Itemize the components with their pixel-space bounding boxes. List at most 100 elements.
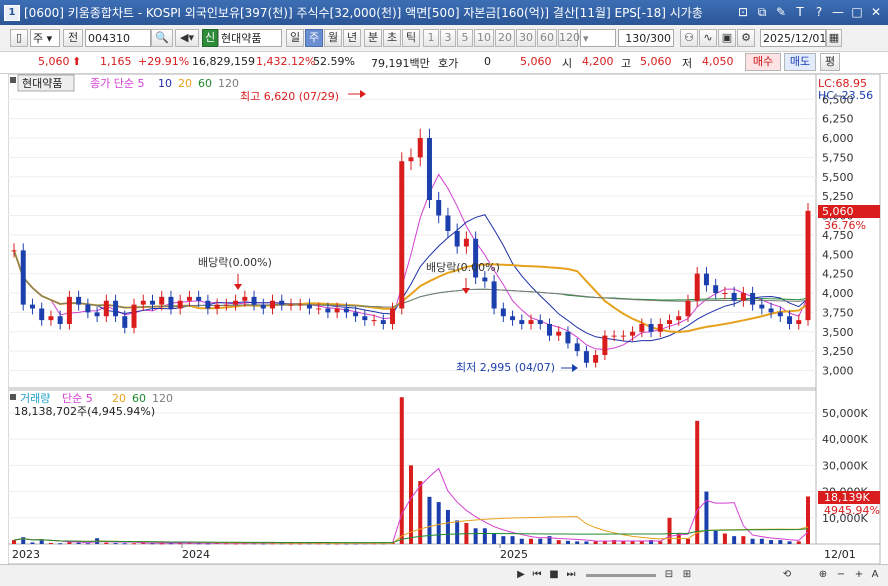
interval-120-button[interactable]: 120 (558, 29, 580, 47)
zoom-fit-icon[interactable]: ⊟ (662, 567, 676, 583)
volume-pct: 1,432.12% (256, 55, 316, 68)
interval-60-button[interactable]: 60 (537, 29, 557, 47)
candle (556, 331, 562, 336)
quote-bar: 5,060 ⬆ 1,165 +29.91% 16,829,159 1,432.1… (0, 52, 888, 74)
candle (703, 273, 709, 286)
period-day-button[interactable]: 일 (286, 29, 304, 47)
search-icon[interactable]: 🔍 (151, 29, 173, 47)
candle (408, 157, 414, 162)
buy-button[interactable]: 매수 (745, 53, 781, 71)
period-tick-button[interactable]: 틱 (402, 29, 420, 47)
minimize-button[interactable]: — (830, 4, 846, 20)
volume-tick-label: 30,000K (822, 459, 868, 472)
interval-20-button[interactable]: 20 (495, 29, 515, 47)
chart-area[interactable]: 3,000 3,250 3,500 3,750 4,000 4,250 4,500 4,750… (7, 73, 888, 565)
minus-icon[interactable]: − (834, 567, 848, 583)
volume-bar (759, 538, 764, 544)
zoom-grid-icon[interactable]: ⊞ (680, 567, 694, 583)
candle (76, 296, 82, 305)
save-icon[interactable]: ▣ (718, 29, 736, 47)
candle (242, 296, 248, 301)
period-week-button[interactable]: 주 (305, 29, 323, 47)
candle (417, 138, 423, 158)
candle (463, 238, 469, 247)
interval-3-button[interactable]: 3 (440, 29, 456, 47)
low-label: 저 (682, 57, 693, 70)
window-edit-icon[interactable]: ✎ (773, 4, 789, 20)
count-input[interactable]: 130/300 (618, 29, 674, 47)
interval-custom-select[interactable]: ▾ (580, 29, 616, 47)
period-month-button[interactable]: 월 (324, 29, 342, 47)
settings-gear-icon[interactable]: ⚙ (737, 29, 755, 47)
window-text-icon[interactable]: T (792, 4, 808, 20)
skip-back-icon[interactable]: ⏮ (530, 567, 544, 583)
help-icon[interactable]: ? (811, 4, 827, 20)
volume-bar (538, 538, 543, 544)
candle (648, 324, 654, 332)
sound-icon[interactable]: ◀▾ (175, 29, 199, 47)
candle (639, 324, 645, 332)
volume-bar (85, 543, 90, 545)
candle (390, 308, 396, 324)
skip-forward-icon[interactable]: ⏭ (564, 567, 578, 583)
x-label-2025: 2025 (500, 548, 528, 561)
calendar-icon[interactable]: ▦ (826, 29, 842, 47)
x-axis-panel (7, 543, 881, 565)
window-copy-icon[interactable]: ⧉ (754, 4, 770, 20)
candle (593, 355, 599, 363)
sell-button[interactable]: 매도 (784, 53, 816, 71)
stop-icon[interactable]: ■ (547, 567, 561, 583)
maximize-button[interactable]: □ (849, 4, 865, 20)
volume-bar (30, 542, 35, 544)
volume-bar (76, 542, 81, 544)
flat-button[interactable]: 평 (820, 53, 840, 71)
price-tick-label: 3,250 (822, 345, 854, 358)
close-button[interactable]: ✕ (868, 4, 884, 20)
volume-bar (455, 520, 460, 544)
candle (29, 304, 35, 309)
volume-bar (565, 540, 570, 544)
font-size-icon[interactable]: A (868, 567, 882, 583)
plus-icon[interactable]: + (852, 567, 866, 583)
candle (796, 320, 802, 324)
zoom-in-icon[interactable]: ⊕ (816, 567, 830, 583)
interval-10-button[interactable]: 10 (474, 29, 494, 47)
period-year-button[interactable]: 년 (343, 29, 361, 47)
volume-bar (685, 538, 690, 544)
candle (491, 281, 497, 309)
candle (20, 250, 26, 305)
candle (48, 316, 54, 321)
interval-30-button[interactable]: 30 (516, 29, 536, 47)
stock-code-value: 004310 (88, 32, 130, 45)
stock-code-input[interactable]: 004310 (85, 29, 151, 47)
period-prefix-button[interactable]: 전 (63, 29, 83, 47)
play-icon[interactable]: ▶ (514, 567, 528, 583)
indicator-icon[interactable]: ∿ (699, 29, 717, 47)
candle (620, 335, 626, 337)
stock-chart-svg[interactable]: 3,0003,2503,5003,7504,0004,2504,5004,750… (7, 73, 888, 565)
date-value: 2025/12/01 (763, 32, 826, 45)
volume-bar (519, 538, 524, 544)
candle (611, 335, 617, 337)
chart-type-icon[interactable]: ⚇ (680, 29, 698, 47)
candle (722, 293, 728, 294)
candle (85, 304, 91, 313)
market-select[interactable]: 주 ▾ (30, 29, 60, 47)
candle (510, 316, 516, 321)
volume-tick-label: 50,000K (822, 407, 868, 420)
interval-5-button[interactable]: 5 (457, 29, 473, 47)
date-input[interactable]: 2025/12/01 (760, 29, 826, 47)
zoom-slider[interactable] (586, 574, 656, 577)
toolbar-layout-icon[interactable]: ▯ (10, 29, 28, 47)
window-layout-icon[interactable]: ⊡ (735, 4, 751, 20)
app-icon: 1 (4, 4, 20, 21)
volume-bar (639, 541, 644, 544)
period-minute-button[interactable]: 분 (364, 29, 382, 47)
candle (288, 304, 294, 306)
interval-1-button[interactable]: 1 (423, 29, 439, 47)
trade-amount: 79,191백만 (371, 57, 430, 70)
volume-bar (418, 481, 423, 544)
refresh-icon[interactable]: ⟲ (780, 567, 794, 583)
period-second-button[interactable]: 초 (383, 29, 401, 47)
candle (482, 277, 488, 282)
